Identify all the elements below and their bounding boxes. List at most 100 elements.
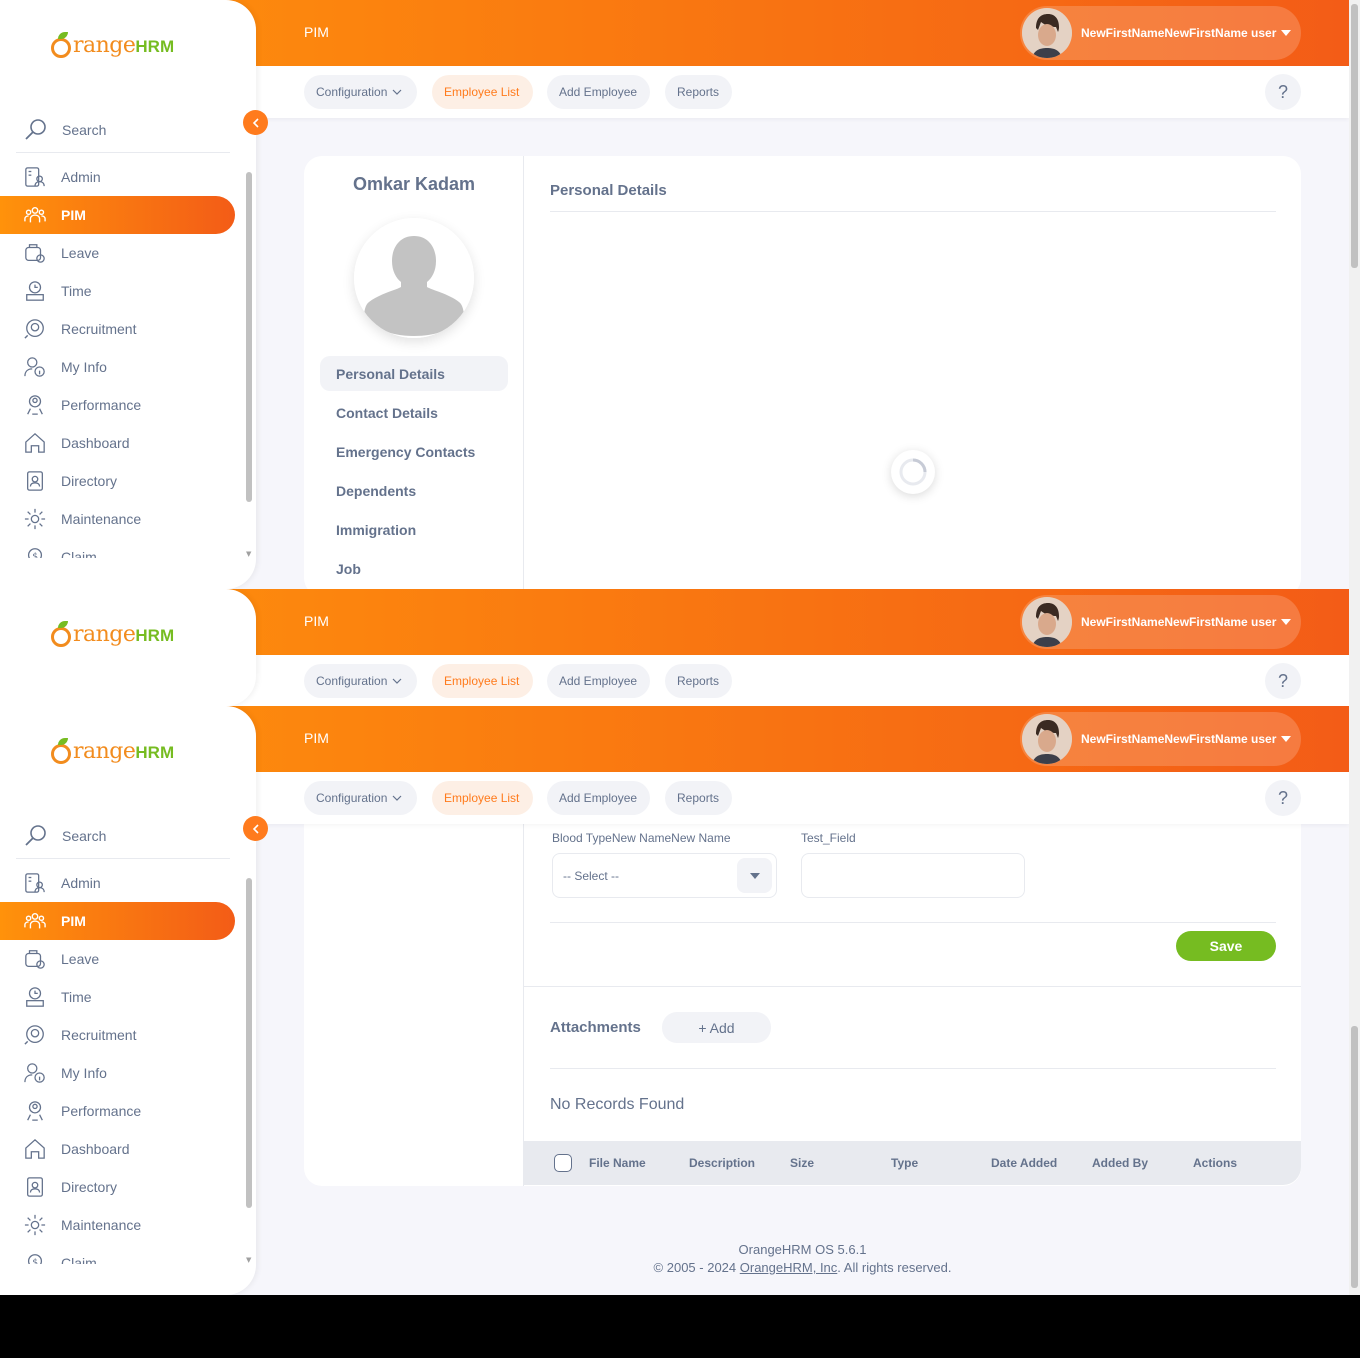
sidebar-item-performance[interactable]: Performance — [0, 386, 240, 424]
sidebar-item-maintenance[interactable]: Maintenance — [0, 1206, 240, 1244]
sidebar-item-time[interactable]: Time — [0, 978, 240, 1016]
chevron-down-icon — [392, 89, 402, 95]
sidebar-item-directory[interactable]: Directory — [0, 462, 240, 500]
tab-employee-list[interactable]: Employee List — [432, 664, 533, 698]
tab-reports[interactable]: Reports — [665, 664, 732, 698]
blood-type-select[interactable]: -- Select -- — [552, 853, 777, 898]
sidebar-item-dashboard[interactable]: Dashboard — [0, 1130, 240, 1168]
sidebar-item-claim[interactable]: Claim — [0, 1244, 240, 1264]
column-header: Date Added — [991, 1156, 1058, 1170]
avatar — [1022, 714, 1072, 764]
collapse-sidebar-button[interactable] — [243, 110, 268, 135]
sidebar: rangeHRM Search Admin PIM Leave Time Rec… — [0, 706, 256, 1295]
tab-label: Employee List — [444, 791, 520, 805]
page-scrollbar[interactable] — [1349, 589, 1360, 706]
maintenance-icon — [24, 1214, 46, 1236]
blood-type-label: Blood TypeNew NameNew Name — [552, 831, 731, 845]
sidebar-item-my-info[interactable]: My Info — [0, 348, 240, 386]
user-dropdown[interactable]: NewFirstNameNewFirstName user — [1020, 6, 1301, 60]
sidebar-item-label: My Info — [61, 359, 107, 375]
tab-reports[interactable]: Reports — [665, 781, 732, 815]
sidebar-scrollbar[interactable]: ▼ — [245, 168, 254, 558]
directory-icon — [24, 1176, 46, 1198]
tab-emergency-contacts[interactable]: Emergency Contacts — [320, 434, 508, 469]
add-attachment-button[interactable]: + Add — [662, 1012, 771, 1043]
sidebar-search[interactable]: Search — [16, 814, 230, 859]
divider — [550, 211, 1276, 212]
tab-personal-details[interactable]: Personal Details — [320, 356, 508, 391]
sidebar-item-pim[interactable]: PIM — [0, 902, 235, 940]
sidebar-item-dashboard[interactable]: Dashboard — [0, 424, 240, 462]
sidebar-search[interactable]: Search — [16, 108, 230, 153]
tab-immigration[interactable]: Immigration — [320, 512, 508, 547]
column-header: Size — [790, 1156, 815, 1170]
sidebar-item-recruitment[interactable]: Recruitment — [0, 1016, 240, 1054]
search-icon — [24, 118, 48, 142]
sidebar-item-my-info[interactable]: My Info — [0, 1054, 240, 1092]
personal-details-title: Personal Details — [550, 182, 667, 199]
orangehrm-logo[interactable]: rangeHRM — [50, 621, 174, 647]
tab-dependents[interactable]: Dependents — [320, 473, 508, 508]
page-scrollbar[interactable] — [1349, 0, 1360, 589]
test-field-input[interactable] — [801, 853, 1025, 898]
sidebar-item-performance[interactable]: Performance — [0, 1092, 240, 1130]
tab-label: Employee List — [444, 674, 520, 688]
tab-label: Add Employee — [559, 674, 638, 688]
sidebar-scrollbar[interactable]: ▼ — [245, 874, 254, 1264]
employee-photo[interactable] — [354, 218, 474, 338]
tab-contact-details[interactable]: Contact Details — [320, 395, 508, 430]
help-button[interactable]: ? — [1265, 74, 1301, 110]
dashboard-icon — [24, 1138, 46, 1160]
tab-job[interactable]: Job — [320, 551, 508, 586]
sidebar: rangeHRM — [0, 589, 256, 706]
sidebar-item-leave[interactable]: Leave — [0, 234, 240, 272]
sidebar-item-leave[interactable]: Leave — [0, 940, 240, 978]
user-dropdown[interactable]: NewFirstNameNewFirstName user — [1020, 712, 1301, 766]
tab-add-employee[interactable]: Add Employee — [547, 781, 650, 815]
tab-reports[interactable]: Reports — [665, 75, 732, 109]
help-button[interactable]: ? — [1265, 780, 1301, 816]
avatar — [1022, 597, 1072, 647]
collapse-sidebar-button[interactable] — [243, 816, 268, 841]
tab-configuration[interactable]: Configuration — [304, 781, 417, 815]
sidebar-item-admin[interactable]: Admin — [0, 158, 240, 196]
company-link[interactable]: OrangeHRM, Inc — [740, 1260, 838, 1275]
sidebar-item-label: PIM — [61, 913, 86, 929]
select-all-checkbox[interactable] — [554, 1154, 572, 1172]
attachments-title: Attachments — [550, 1019, 641, 1036]
time-icon — [24, 280, 46, 302]
tab-configuration[interactable]: Configuration — [304, 664, 417, 698]
column-header: File Name — [589, 1156, 646, 1170]
logo-text: rangeHRM — [73, 738, 175, 764]
divider — [550, 1068, 1276, 1069]
sidebar-item-label: Directory — [61, 473, 118, 489]
tab-employee-list[interactable]: Employee List — [432, 75, 533, 109]
search-label: Search — [62, 122, 107, 138]
sidebar-item-time[interactable]: Time — [0, 272, 240, 310]
tab-label: Reports — [677, 791, 720, 805]
page-scrollbar[interactable] — [1349, 706, 1360, 1295]
sidebar-item-pim[interactable]: PIM — [0, 196, 235, 234]
sidebar-item-admin[interactable]: Admin — [0, 864, 240, 902]
recruitment-icon — [24, 318, 46, 340]
save-button[interactable]: Save — [1176, 931, 1276, 961]
column-header: Description — [689, 1156, 756, 1170]
chevron-down-icon — [392, 678, 402, 684]
sidebar-item-maintenance[interactable]: Maintenance — [0, 500, 240, 538]
sidebar-item-recruitment[interactable]: Recruitment — [0, 310, 240, 348]
sidebar-item-directory[interactable]: Directory — [0, 1168, 240, 1206]
help-button[interactable]: ? — [1265, 663, 1301, 699]
tab-employee-list[interactable]: Employee List — [432, 781, 533, 815]
orangehrm-logo[interactable]: rangeHRM — [50, 32, 174, 58]
footer-copyright: © 2005 - 2024 OrangeHRM, Inc. All rights… — [653, 1260, 952, 1275]
tab-configuration[interactable]: Configuration — [304, 75, 417, 109]
sidebar-item-claim[interactable]: Claim — [0, 538, 240, 558]
screen-panel-middle: PIM NewFirstNameNewFirstName user Config… — [0, 589, 1360, 706]
sidebar-menu: Admin PIM Leave Time Recruitment My Info… — [0, 158, 240, 558]
orangehrm-logo[interactable]: rangeHRM — [50, 738, 174, 764]
sidebar-item-label: Time — [61, 989, 92, 1005]
tab-add-employee[interactable]: Add Employee — [547, 75, 650, 109]
user-dropdown[interactable]: NewFirstNameNewFirstName user — [1020, 595, 1301, 649]
tab-label: Reports — [677, 85, 720, 99]
tab-add-employee[interactable]: Add Employee — [547, 664, 650, 698]
